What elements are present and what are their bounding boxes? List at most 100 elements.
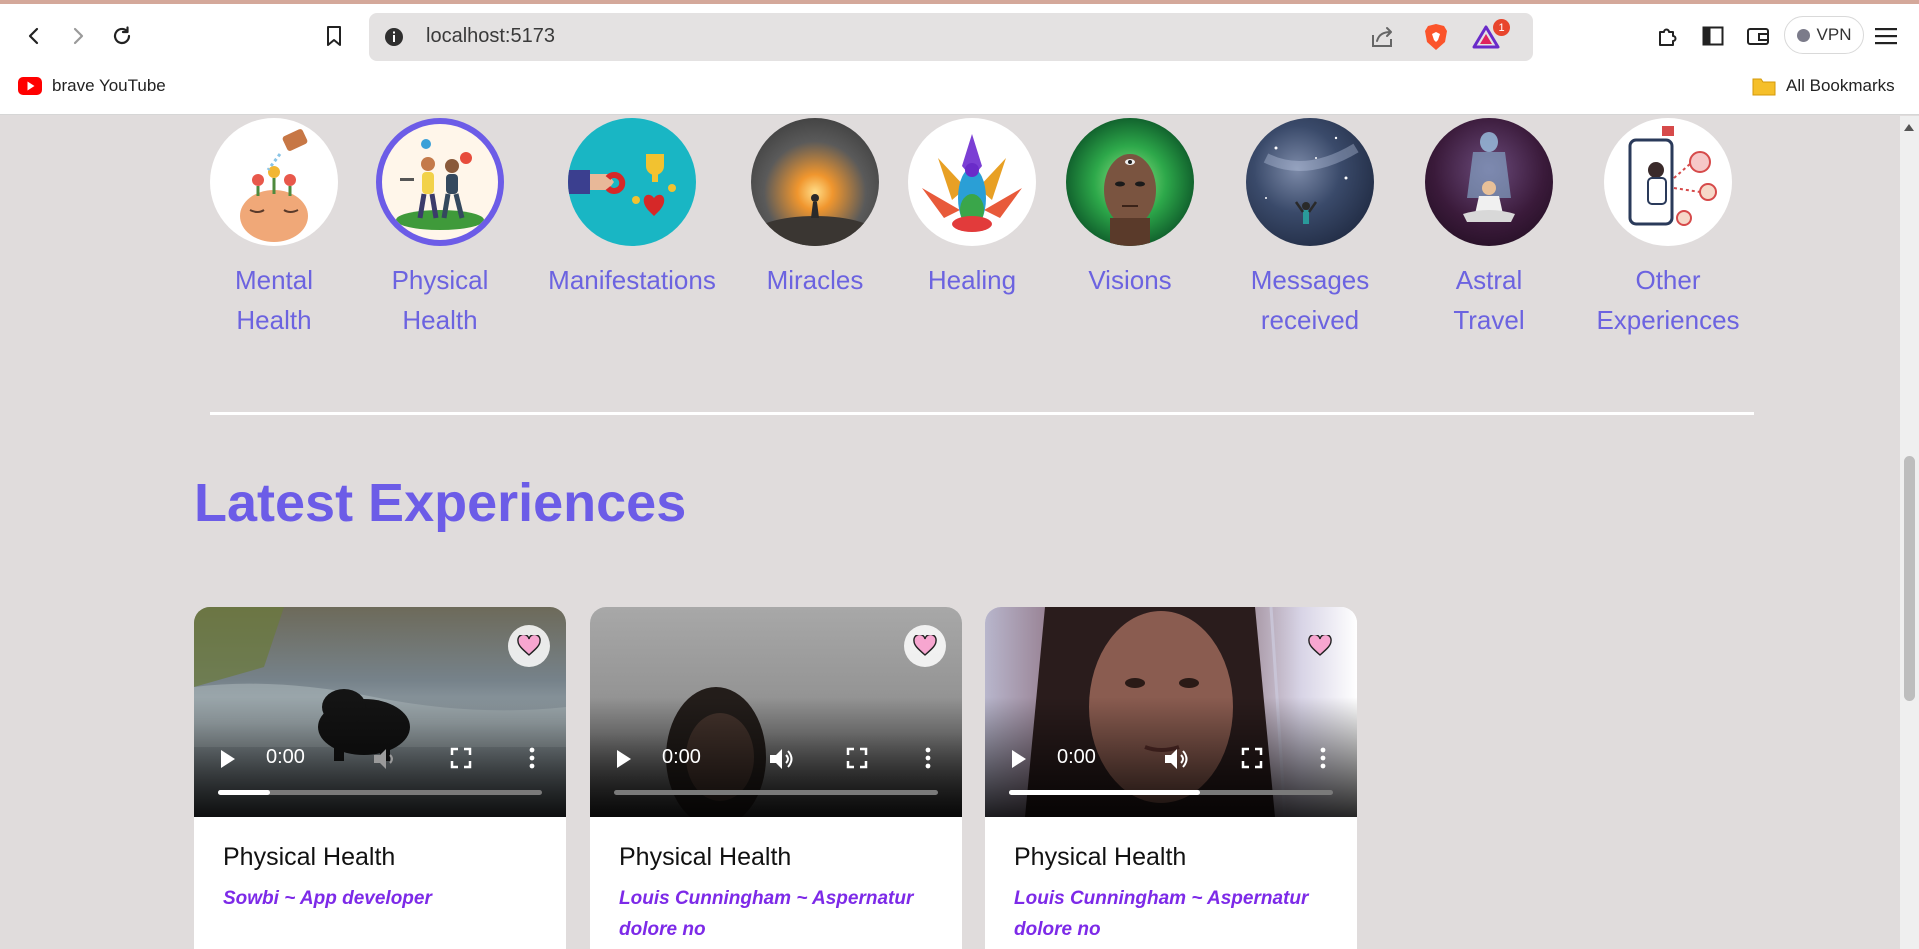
physical-health-image — [376, 118, 504, 246]
category-miracles[interactable]: Miracles — [751, 118, 879, 300]
site-info-icon[interactable] — [383, 26, 405, 48]
more-options-icon[interactable] — [924, 747, 932, 769]
play-icon[interactable] — [220, 749, 236, 769]
video-controls: 0:00 — [985, 733, 1357, 817]
page-viewport: Mental Health Physical Health Manifestatio… — [0, 116, 1900, 949]
extensions-button[interactable] — [1650, 18, 1686, 54]
category-label: Healing — [927, 265, 1017, 295]
vpn-label: VPN — [1816, 25, 1852, 44]
back-arrow-icon — [28, 27, 39, 45]
forward-button[interactable] — [60, 18, 96, 54]
page-scrollbar[interactable] — [1900, 116, 1919, 949]
brave-shields-icon[interactable] — [1423, 23, 1449, 51]
main-menu-button[interactable] — [1868, 18, 1904, 54]
category-physical-health[interactable]: Physical Health — [376, 118, 504, 340]
messages-image — [1246, 118, 1374, 246]
volume-muted-icon[interactable] — [372, 747, 398, 771]
fullscreen-icon[interactable] — [1241, 747, 1263, 769]
more-options-icon[interactable] — [1319, 747, 1327, 769]
video-player[interactable]: 0:00 — [985, 607, 1357, 817]
card-author: Louis Cunningham ~ Aspernatur dolore no — [619, 888, 914, 940]
category-astral-travel[interactable]: Astral Travel — [1425, 118, 1553, 340]
reload-button[interactable] — [104, 18, 140, 54]
sidebar-toggle-button[interactable] — [1695, 18, 1731, 54]
more-options-icon[interactable] — [528, 747, 536, 769]
bookmarks-bar: brave YouTube All Bookmarks — [0, 66, 1919, 115]
hamburger-menu-icon — [1875, 28, 1897, 45]
video-time: 0:00 — [662, 746, 701, 768]
wallet-button[interactable] — [1740, 18, 1776, 54]
card-author: Louis Cunningham ~ Aspernatur dolore no — [1014, 888, 1309, 940]
progress-fill — [1009, 790, 1201, 795]
forward-arrow-icon — [73, 27, 84, 45]
volume-icon[interactable] — [768, 747, 794, 771]
category-visions[interactable]: Visions — [1066, 118, 1194, 300]
sidebar-icon — [1702, 26, 1724, 46]
puzzle-icon — [1659, 28, 1677, 46]
video-time: 0:00 — [266, 746, 305, 768]
category-mental-health[interactable]: Mental Health — [210, 118, 338, 340]
all-bookmarks-label: All Bookmarks — [1786, 76, 1895, 95]
category-label: Manifestations — [548, 265, 716, 295]
card-title: Physical Health — [619, 843, 792, 871]
visions-image — [1066, 118, 1194, 246]
card-title: Physical Health — [223, 843, 396, 871]
volume-icon[interactable] — [1163, 747, 1189, 771]
notification-badge: 1 — [1493, 19, 1510, 36]
card-title: Physical Health — [1014, 843, 1187, 871]
category-label: Visions — [1088, 265, 1172, 295]
category-healing[interactable]: Healing — [908, 118, 1036, 300]
progress-fill — [218, 790, 270, 795]
all-bookmarks-folder[interactable]: All Bookmarks — [1752, 76, 1895, 96]
share-icon[interactable] — [1370, 25, 1396, 49]
progress-track[interactable] — [218, 790, 542, 795]
fullscreen-icon[interactable] — [450, 747, 472, 769]
favorite-button[interactable] — [508, 625, 550, 667]
browser-toolbar: localhost:5173 1 VPN — [0, 4, 1919, 66]
heart-icon — [1308, 635, 1332, 656]
progress-track[interactable] — [1009, 790, 1333, 795]
address-bar[interactable]: localhost:5173 1 — [369, 13, 1533, 61]
youtube-icon — [18, 77, 42, 95]
category-label: Messages received — [1250, 265, 1370, 335]
bookmark-page-button[interactable] — [316, 18, 352, 54]
bookmark-item[interactable]: brave YouTube — [18, 76, 166, 96]
url-text[interactable]: localhost:5173 — [426, 25, 555, 48]
reload-icon — [113, 26, 131, 45]
folder-icon — [1752, 78, 1776, 96]
experience-card[interactable]: 0:00 Physical Health Sowbi ~ App develop… — [194, 607, 566, 949]
category-messages-received[interactable]: Messages received — [1246, 118, 1374, 340]
category-other-experiences[interactable]: Other Experiences — [1587, 118, 1749, 340]
favorite-button[interactable] — [1299, 625, 1341, 667]
manifestations-image — [568, 118, 696, 246]
video-player[interactable]: 0:00 — [194, 607, 566, 817]
astral-travel-image — [1425, 118, 1553, 246]
back-button[interactable] — [16, 18, 52, 54]
fullscreen-icon[interactable] — [846, 747, 868, 769]
card-author: Sowbi ~ App developer — [223, 888, 432, 909]
category-label: Physical Health — [391, 265, 489, 335]
mental-health-image — [210, 118, 338, 246]
play-icon[interactable] — [1011, 749, 1027, 769]
category-manifestations[interactable]: Manifestations — [540, 118, 724, 300]
category-label: Other Experiences — [1596, 265, 1740, 335]
video-controls: 0:00 — [590, 733, 962, 817]
bookmark-label: brave YouTube — [52, 76, 166, 95]
miracles-image — [751, 118, 879, 246]
heart-icon — [517, 635, 541, 656]
category-label: Miracles — [766, 265, 864, 295]
bookmark-icon — [327, 26, 341, 46]
category-label: Astral Travel — [1453, 265, 1525, 335]
experience-card[interactable]: 0:00 Physical Health Louis Cunningham ~ … — [590, 607, 962, 949]
category-label: Mental Health — [234, 265, 314, 335]
latest-experiences-heading: Latest Experiences — [194, 473, 687, 533]
progress-track[interactable] — [614, 790, 938, 795]
other-experiences-image — [1604, 118, 1732, 246]
play-icon[interactable] — [616, 749, 632, 769]
video-player[interactable]: 0:00 — [590, 607, 962, 817]
experience-card[interactable]: 0:00 Physical Health Louis Cunningham ~ … — [985, 607, 1357, 949]
favorite-button[interactable] — [904, 625, 946, 667]
scroll-up-arrow-icon[interactable] — [1904, 124, 1914, 131]
vpn-button[interactable]: VPN — [1784, 16, 1864, 54]
scrollbar-thumb[interactable] — [1904, 456, 1915, 701]
